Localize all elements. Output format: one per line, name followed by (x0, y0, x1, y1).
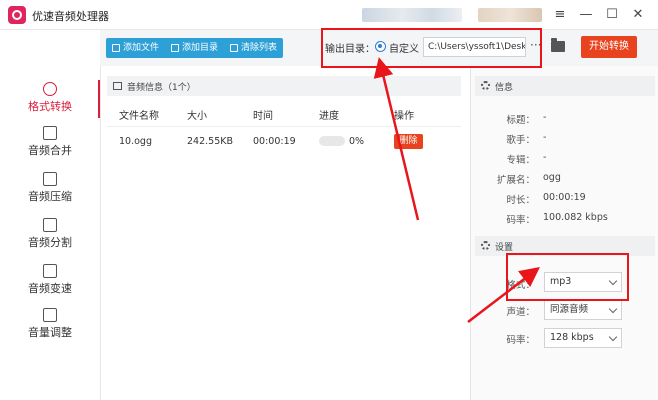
column-header-name: 文件名称 (119, 111, 159, 122)
menu-icon[interactable]: ≡ (550, 5, 570, 25)
row-progress-bar (319, 136, 345, 146)
sidebar-item-audio-merge[interactable]: 音频合并 (0, 120, 100, 166)
info-key-title: 标题： (506, 115, 535, 126)
delete-row-button[interactable]: 删除 (394, 134, 423, 149)
format-convert-icon (43, 82, 57, 96)
column-header-action: 操作 (394, 111, 414, 122)
sidebar-item-label: 音频压缩 (28, 190, 72, 203)
info-key-artist: 歌手： (506, 135, 535, 146)
info-value-album: - (543, 152, 547, 163)
sidebar-item-audio-speed[interactable]: 音频变速 (0, 258, 100, 304)
annotation-box-output (321, 28, 542, 68)
row-file-size: 242.55KB (187, 136, 233, 147)
sidebar-item-volume-adjust[interactable]: 音量调整 (0, 302, 100, 348)
gear-icon (481, 81, 490, 90)
file-list-header: 音频信息（1个） (107, 76, 461, 96)
blurred-account-area (362, 8, 462, 22)
title-bar: 优速音频处理器 ≡ — ☐ ✕ (0, 0, 658, 30)
table-divider (107, 126, 461, 127)
row-progress-text: 0% (349, 136, 365, 147)
row-file-duration: 00:00:19 (253, 136, 296, 147)
info-value-title: - (543, 112, 547, 123)
info-key-duration: 时长： (506, 195, 535, 206)
sidebar-item-audio-split[interactable]: 音频分割 (0, 212, 100, 258)
file-list-title: 音频信息（1个） (127, 83, 196, 93)
chevron-down-icon (608, 304, 618, 314)
start-convert-button[interactable]: 开始转换 (581, 36, 637, 58)
add-folder-icon (171, 44, 180, 52)
clear-list-button[interactable]: 清除列表 (224, 38, 283, 58)
info-key-bitrate: 码率： (506, 215, 535, 226)
sidebar-item-label: 音频变速 (28, 282, 72, 295)
app-title: 优速音频处理器 (32, 10, 109, 23)
column-header-progress: 进度 (319, 111, 339, 122)
bitrate-select[interactable]: 128 kbps (544, 328, 622, 348)
info-value-duration: 00:00:19 (543, 192, 586, 203)
sidebar-item-label: 音量调整 (28, 326, 72, 339)
add-folder-button[interactable]: 添加目录 (165, 38, 224, 58)
right-panel: 信息 标题： - 歌手： - 专辑： - 扩展名： ogg 时长： 00:00:… (470, 66, 658, 400)
info-value-bitrate: 100.082 kbps (543, 212, 608, 223)
sidebar-item-audio-compress[interactable]: 音频压缩 (0, 166, 100, 212)
volume-icon (43, 308, 57, 322)
add-file-label: 添加文件 (123, 43, 160, 53)
blurred-user-area (478, 8, 542, 22)
chevron-down-icon (608, 332, 618, 342)
gear-icon (481, 241, 490, 250)
clear-list-label: 清除列表 (241, 43, 278, 53)
close-button[interactable]: ✕ (628, 5, 648, 25)
sidebar-item-label: 格式转换 (28, 100, 72, 113)
info-header: 信息 (475, 76, 655, 96)
info-value-extension: ogg (543, 172, 561, 183)
row-file-name: 10.ogg (119, 136, 152, 147)
column-header-size: 大小 (187, 111, 207, 122)
open-folder-icon[interactable] (551, 38, 565, 52)
app-logo-icon (8, 6, 26, 24)
info-title: 信息 (495, 83, 514, 93)
add-file-icon (112, 44, 120, 52)
channel-select[interactable]: 同源音频 (544, 300, 622, 320)
minimize-button[interactable]: — (576, 5, 596, 25)
settings-title: 设置 (495, 243, 514, 253)
info-value-artist: - (543, 132, 547, 143)
speed-icon (43, 264, 57, 278)
file-list-panel: 音频信息（1个） 文件名称 大小 时间 进度 操作 10.ogg 242.55K… (100, 66, 466, 400)
image-icon (113, 82, 122, 90)
file-button-group: 添加文件 添加目录 清除列表 (106, 38, 284, 58)
annotation-box-format (506, 253, 629, 301)
info-key-album: 专辑： (506, 155, 535, 166)
bitrate-label: 码率： (506, 335, 535, 346)
column-header-time: 时间 (253, 111, 273, 122)
sidebar: 格式转换 音频合并 音频压缩 音频分割 音频变速 音量调整 (0, 66, 100, 400)
maximize-button[interactable]: ☐ (602, 5, 622, 25)
sidebar-item-label: 音频分割 (28, 236, 72, 249)
info-key-extension: 扩展名： (496, 175, 535, 186)
channel-select-value: 同源音频 (550, 304, 589, 315)
add-file-button[interactable]: 添加文件 (106, 38, 165, 58)
channel-label: 声道： (506, 307, 535, 318)
bitrate-select-value: 128 kbps (550, 332, 594, 343)
trash-icon (230, 44, 239, 52)
compress-icon (43, 172, 57, 186)
sidebar-item-label: 音频合并 (28, 144, 72, 157)
sidebar-item-format-convert[interactable]: 格式转换 (0, 76, 100, 122)
add-folder-label: 添加目录 (182, 43, 219, 53)
split-icon (43, 218, 57, 232)
merge-icon (43, 126, 57, 140)
